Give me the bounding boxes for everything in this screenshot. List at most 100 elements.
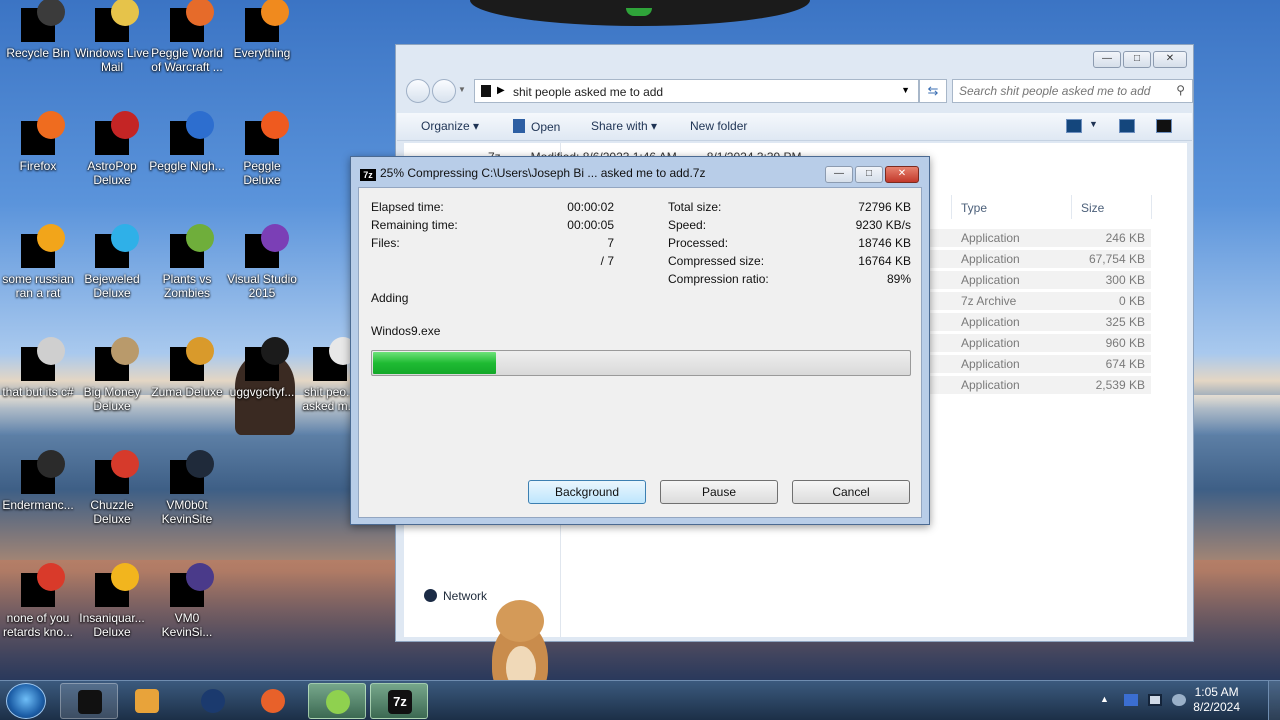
recent-pages-chevron-icon[interactable]: ▼ xyxy=(458,85,466,94)
refresh-button[interactable]: ⇆ xyxy=(919,79,947,103)
file-row[interactable]: Application 300 KB xyxy=(929,271,1151,289)
speed-value: 9230 KB/s xyxy=(855,218,911,232)
file-row[interactable]: Application 246 KB xyxy=(929,229,1151,247)
system-clock[interactable]: 1:05 AM 8/2/2024 xyxy=(1193,685,1240,715)
desktop-icon-vm0-kevinsite[interactable]: VM0 KevinSi... xyxy=(149,563,225,639)
taskbar-item-media[interactable] xyxy=(118,683,176,719)
address-dropdown-icon[interactable]: ▼ xyxy=(901,85,910,95)
new-folder-button[interactable]: New folder xyxy=(690,119,747,133)
file-row[interactable]: Application 67,754 KB xyxy=(929,250,1151,268)
game-icon xyxy=(95,450,139,494)
file-row[interactable]: Application 674 KB xyxy=(929,355,1151,373)
search-input[interactable] xyxy=(959,84,1169,98)
minimize-button[interactable]: — xyxy=(1093,51,1121,68)
icon-tint xyxy=(37,224,65,252)
desktop-icon-bejeweled[interactable]: Bejeweled Deluxe xyxy=(74,224,150,300)
desktop-icon-none-of-you[interactable]: none of you retards kno... xyxy=(0,563,76,639)
taskbar-item-7zip[interactable]: 7z xyxy=(370,683,428,719)
desktop-icon-visual-studio[interactable]: Visual Studio 2015 xyxy=(224,224,300,300)
desktop-icon-big-money[interactable]: Big Money Deluxe xyxy=(74,337,150,413)
taskbar-item-cursor-app[interactable] xyxy=(308,683,366,719)
column-separator[interactable] xyxy=(951,195,952,219)
pause-button[interactable]: Pause xyxy=(660,480,778,504)
tray-app-icon[interactable] xyxy=(1124,694,1138,706)
icon-tint xyxy=(37,563,65,591)
desktop-icon-peggle-deluxe[interactable]: Peggle Deluxe xyxy=(224,111,300,187)
search-icon[interactable]: ⚲ xyxy=(1176,83,1185,97)
breadcrumb-arrow-icon[interactable]: ▶ xyxy=(497,85,505,96)
desktop-icon-peggle-wow[interactable]: Peggle World of Warcraft ... xyxy=(149,0,225,74)
breadcrumb-folder[interactable]: shit people asked me to add xyxy=(513,85,663,99)
file-row[interactable]: 7z Archive 0 KB xyxy=(929,292,1151,310)
total-size-label: Total size: xyxy=(668,200,722,214)
column-separator[interactable] xyxy=(1151,195,1152,219)
dialog-maximize-button[interactable]: □ xyxy=(855,166,883,183)
share-with-button[interactable]: Share with ▾ xyxy=(591,119,657,133)
column-separator[interactable] xyxy=(1071,195,1072,219)
file-row[interactable]: Application 960 KB xyxy=(929,334,1151,352)
cancel-button[interactable]: Cancel xyxy=(792,480,910,504)
tray-expand-chevron-icon[interactable]: ▲ xyxy=(1100,694,1114,706)
desktop-icon-astropop[interactable]: AstroPop Deluxe xyxy=(74,111,150,187)
desktop-icon-peggle-nights[interactable]: Peggle Nigh... xyxy=(149,111,225,173)
maximize-button[interactable]: □ xyxy=(1123,51,1151,68)
desktop-icon-chuzzle[interactable]: Chuzzle Deluxe xyxy=(74,450,150,526)
dialog-close-button[interactable]: ✕ xyxy=(885,166,919,183)
taskbar-item-app-2[interactable] xyxy=(184,683,242,719)
7zip-icon: 7z xyxy=(388,690,412,714)
search-box[interactable]: ⚲ xyxy=(952,79,1193,103)
files-value: 7 xyxy=(607,236,614,250)
globe-app-icon xyxy=(201,689,225,713)
change-view-icon[interactable] xyxy=(1066,119,1082,133)
share-with-label: Share with xyxy=(591,119,648,133)
desktop-icon-uggvgcftyf[interactable]: uggvgcftyf... xyxy=(224,337,300,399)
background-button[interactable]: Background xyxy=(528,480,646,504)
taskbar-item-app[interactable] xyxy=(60,683,118,719)
preview-pane-icon[interactable] xyxy=(1119,119,1135,133)
money-bag-icon xyxy=(95,337,139,381)
icon-tint xyxy=(186,0,214,26)
desktop-icon-insaniquarium[interactable]: Insaniquar... Deluxe xyxy=(74,563,150,639)
game-icon xyxy=(170,111,214,155)
desktop-icon-endermanch[interactable]: Endermanc... xyxy=(0,450,76,512)
desktop-icon-windows-live-mail[interactable]: Windows Live Mail xyxy=(74,0,150,74)
desktop-icon-zuma[interactable]: Zuma Deluxe xyxy=(149,337,225,399)
view-options-chevron-icon[interactable]: ▼ xyxy=(1089,119,1098,129)
elapsed-time-value: 00:00:02 xyxy=(567,200,614,214)
clock-time: 1:05 AM xyxy=(1194,685,1239,699)
close-button[interactable]: ✕ xyxy=(1153,51,1187,68)
column-header-size[interactable]: Size xyxy=(1081,201,1104,215)
icon-tint xyxy=(261,0,289,26)
address-bar[interactable]: ▶ shit people asked me to add ▼ xyxy=(474,79,919,103)
tray-volume-icon[interactable] xyxy=(1172,694,1186,706)
desktop-icon-russian-rat[interactable]: some russian ran a rat xyxy=(0,224,76,300)
network-icon xyxy=(424,589,437,602)
open-button[interactable]: Open xyxy=(513,119,560,134)
start-button[interactable] xyxy=(6,683,46,719)
elapsed-time-label: Elapsed time: xyxy=(371,200,444,214)
desktop-icon-plants-vs-zombies[interactable]: Plants vs Zombies xyxy=(149,224,225,300)
compressed-size-value: 16764 KB xyxy=(858,254,911,268)
desktop-icon-that-but-csharp[interactable]: that but its c# xyxy=(0,337,76,399)
file-row[interactable]: Application 325 KB xyxy=(929,313,1151,331)
forward-button[interactable] xyxy=(432,79,456,103)
organize-button[interactable]: Organize ▾ xyxy=(421,119,479,133)
file-row[interactable]: Application 2,539 KB xyxy=(929,376,1151,394)
icon-tint xyxy=(37,111,65,139)
desktop-icon-recycle-bin[interactable]: Recycle Bin xyxy=(0,0,76,60)
back-button[interactable] xyxy=(406,79,430,103)
icon-tint xyxy=(111,0,139,26)
desktop-icon-label: that but its c# xyxy=(2,385,74,399)
desktop-icon-everything[interactable]: Everything xyxy=(224,0,300,60)
column-header-type[interactable]: Type xyxy=(961,201,987,215)
help-icon[interactable] xyxy=(1156,119,1172,133)
remaining-time-value: 00:00:05 xyxy=(567,218,614,232)
desktop-icon-firefox[interactable]: Firefox xyxy=(0,111,76,173)
file-size: 674 KB xyxy=(1105,357,1145,371)
dialog-minimize-button[interactable]: — xyxy=(825,166,853,183)
tray-display-icon[interactable] xyxy=(1148,694,1162,706)
show-desktop-button[interactable] xyxy=(1268,681,1280,720)
taskbar-item-firefox[interactable] xyxy=(244,683,302,719)
desktop-icon-vm0b0t[interactable]: VM0b0t KevinSite xyxy=(149,450,225,526)
nav-item-network[interactable]: Network xyxy=(424,589,487,603)
